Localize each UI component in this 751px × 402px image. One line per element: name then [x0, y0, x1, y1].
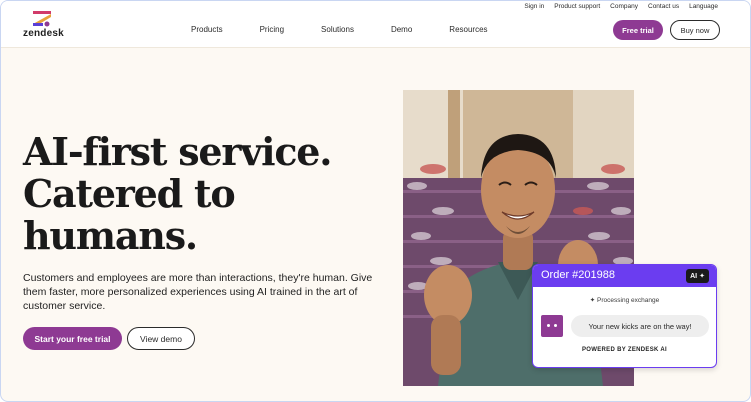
- hero-title-line-1: AI-first service.: [23, 129, 332, 174]
- view-demo-button[interactable]: View demo: [127, 327, 195, 350]
- nav-resources[interactable]: Resources: [449, 25, 487, 34]
- ai-badge: AI ✦: [686, 269, 709, 283]
- utility-language[interactable]: Language: [689, 3, 718, 10]
- sparkle-icon: ✦: [589, 297, 596, 304]
- utility-product-support[interactable]: Product support: [554, 3, 600, 10]
- hero-title-line-3: humans.: [23, 213, 198, 258]
- ai-order-card: Order #201988 AI ✦ ✦ Processing exchange…: [532, 264, 717, 368]
- utility-sign-in[interactable]: Sign in: [524, 3, 544, 10]
- order-title: Order #201988: [541, 269, 615, 281]
- utility-company[interactable]: Company: [610, 3, 638, 10]
- hero-description: Customers and employees are more than in…: [23, 272, 373, 312]
- nav-demo[interactable]: Demo: [391, 25, 412, 34]
- sparkle-icon: ✦: [699, 273, 705, 280]
- processing-text: Processing exchange: [597, 297, 660, 304]
- hero-title-line-2: Catered to: [23, 171, 236, 216]
- brand-name: zendesk: [23, 28, 64, 39]
- zendesk-logo-icon: [33, 11, 51, 27]
- message-bubble: Your new kicks are on the way!: [571, 315, 709, 337]
- utility-nav: Sign in Product support Company Contact …: [524, 3, 718, 10]
- processing-status: ✦ Processing exchange: [533, 296, 716, 304]
- powered-by-label: POWERED BY ZENDESK AI: [582, 347, 667, 353]
- nav-products[interactable]: Products: [191, 25, 223, 34]
- start-free-trial-button[interactable]: Start your free trial: [23, 327, 122, 350]
- nav-solutions[interactable]: Solutions: [321, 25, 354, 34]
- ai-badge-label: AI: [690, 272, 698, 280]
- utility-contact-us[interactable]: Contact us: [648, 3, 679, 10]
- nav-pricing[interactable]: Pricing: [260, 25, 284, 34]
- free-trial-button[interactable]: Free trial: [613, 20, 663, 40]
- buy-now-button[interactable]: Buy now: [670, 20, 720, 40]
- hero-title: AI-first service. Catered to humans.: [23, 131, 383, 257]
- main-nav: Products Pricing Solutions Demo Resource…: [191, 25, 488, 34]
- ai-card-header: Order #201988 AI ✦: [533, 265, 716, 287]
- zendesk-logo[interactable]: zendesk: [23, 10, 64, 42]
- page-frame: zendesk Sign in Product support Company …: [0, 0, 751, 402]
- bot-avatar-icon: [541, 315, 563, 337]
- site-header: zendesk Sign in Product support Company …: [1, 1, 750, 48]
